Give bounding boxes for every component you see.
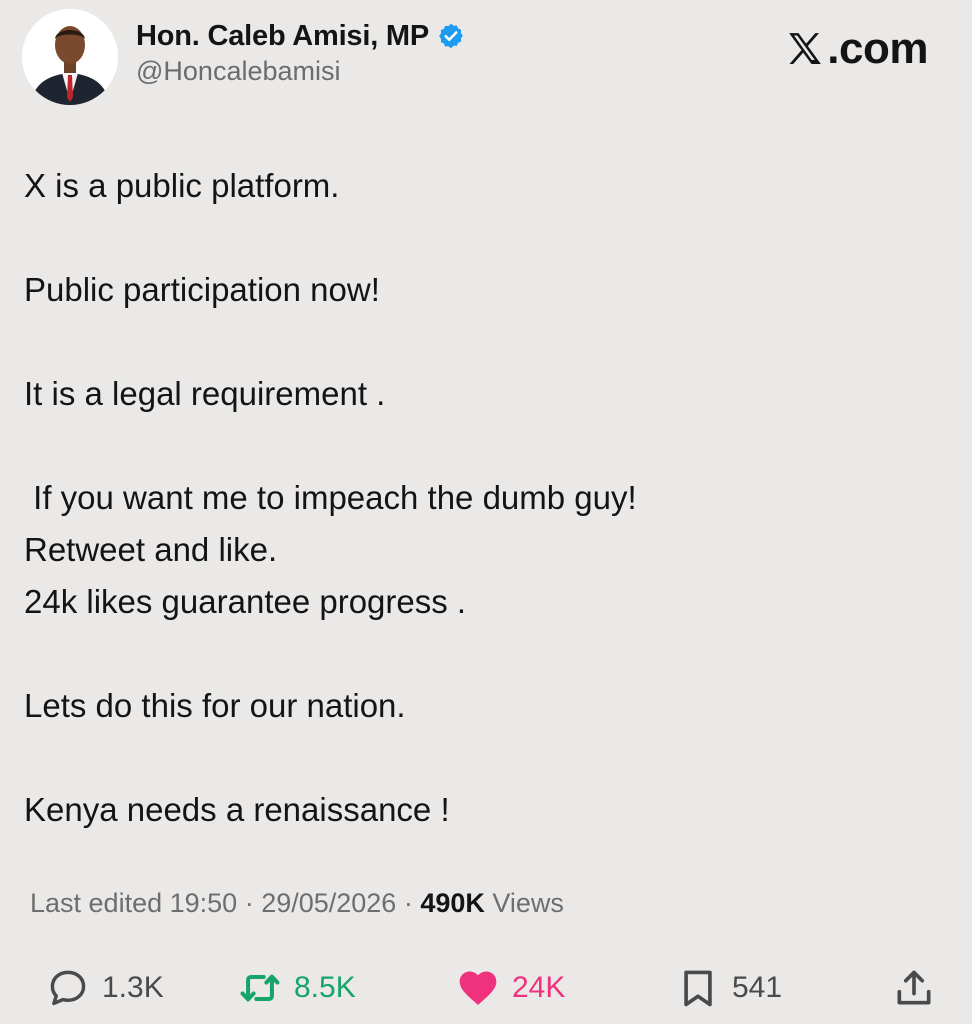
brand-domain: .com: [827, 24, 928, 73]
tweet-paragraph: X is a public platform.: [24, 167, 340, 204]
tweet-paragraph: Kenya needs a renaissance !: [24, 791, 450, 828]
repost-count: 8.5K: [294, 971, 356, 1004]
x-logo-icon: [785, 29, 825, 69]
profile-photo-image: [22, 9, 118, 105]
author-handle[interactable]: @Honcalebamisi: [136, 56, 341, 87]
reply-icon: [50, 970, 86, 1006]
bookmark-button[interactable]: 541: [676, 958, 782, 1018]
repost-icon: [240, 974, 280, 1002]
repost-button[interactable]: 8.5K: [238, 958, 356, 1018]
bookmark-icon: [684, 970, 712, 1007]
like-count: 24K: [512, 971, 566, 1004]
share-button[interactable]: [892, 958, 936, 1018]
tweet-paragraph: Lets do this for our nation.: [24, 687, 406, 724]
meta-separator: ·: [237, 888, 262, 918]
tweet-paragraph: It is a legal requirement .: [24, 375, 386, 412]
bookmark-count: 541: [732, 971, 783, 1004]
tweet-paragraph: Public participation now!: [24, 271, 380, 308]
author-display-name[interactable]: Hon. Caleb Amisi, MP: [136, 20, 429, 53]
tweet-header: Hon. Caleb Amisi, MP @Honcalebamisi .com: [0, 0, 972, 120]
share-icon: [897, 970, 931, 1005]
views-count: 490K: [420, 888, 485, 918]
tweet-time[interactable]: 19:50: [170, 888, 238, 918]
heart-icon: [459, 971, 497, 1006]
tweet-text: X is a public platform. Public participa…: [24, 160, 944, 836]
tweet-date[interactable]: 29/05/2026: [261, 888, 396, 918]
tweet-metadata: Last edited 19:50 · 29/05/2026 · 490K Vi…: [30, 888, 564, 919]
brand-watermark: .com: [785, 24, 928, 74]
reply-button[interactable]: 1.3K: [46, 958, 164, 1018]
author-name-row: Hon. Caleb Amisi, MP: [136, 16, 465, 56]
avatar[interactable]: [22, 9, 118, 105]
views-label: Views: [484, 888, 564, 918]
verified-badge-icon: [437, 22, 465, 50]
reply-count: 1.3K: [102, 971, 164, 1004]
like-button[interactable]: 24K: [456, 958, 565, 1018]
meta-separator: ·: [396, 888, 421, 918]
tweet-action-bar: 1.3K 8.5K 24K 541: [0, 958, 972, 1018]
edited-label[interactable]: Last edited: [30, 888, 170, 918]
tweet-paragraph: If you want me to impeach the dumb guy! …: [24, 479, 637, 620]
